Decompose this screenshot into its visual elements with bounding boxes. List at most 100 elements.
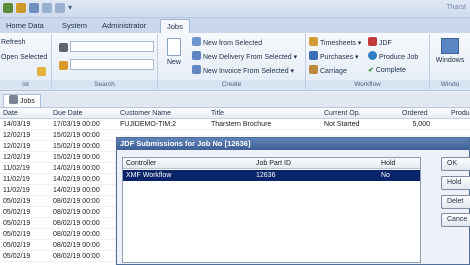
grid-header: Date Due Date Customer Name Title Curren… bbox=[0, 108, 470, 119]
row-date: 11/02/19 bbox=[3, 165, 30, 172]
carriage-icon bbox=[309, 65, 318, 74]
job-search-icon bbox=[59, 61, 68, 70]
quick-access-toolbar: ▾ Tharst bbox=[0, 0, 470, 18]
new-delivery-icon bbox=[192, 51, 201, 60]
new-from-selected-button[interactable]: New from Selected bbox=[192, 37, 262, 49]
row-due-date: 15/02/19 00:00 bbox=[53, 154, 100, 161]
col-due-date[interactable]: Due Date bbox=[53, 110, 83, 117]
ok-button[interactable]: OK bbox=[441, 157, 470, 171]
row-due-date: 08/02/19 00:00 bbox=[53, 231, 100, 238]
submission-row[interactable]: XMF Workflow 12636 No bbox=[123, 170, 420, 181]
complete-button[interactable]: ✔ Complete bbox=[368, 65, 406, 77]
produce-job-icon bbox=[368, 51, 377, 60]
undo-icon[interactable] bbox=[42, 3, 52, 13]
col-customer-name[interactable]: Customer Name bbox=[120, 110, 171, 117]
open-selected-button[interactable]: Open Selected bbox=[1, 52, 47, 64]
timesheets-button[interactable]: Timesheets ▾ bbox=[309, 37, 361, 49]
search-group: Search bbox=[52, 34, 158, 89]
windows-icon bbox=[441, 38, 459, 54]
row-date: 11/02/19 bbox=[3, 176, 30, 183]
submission-hold: No bbox=[381, 172, 390, 179]
submission-controller: XMF Workflow bbox=[126, 172, 172, 179]
timesheets-icon bbox=[309, 37, 318, 46]
delete-button[interactable]: Delet bbox=[441, 195, 470, 209]
refresh-label: Refresh bbox=[1, 39, 26, 46]
col-ordered[interactable]: Ordered bbox=[402, 110, 428, 117]
table-row[interactable]: 14/03/19 17/03/19 00:00 FUJIDEMO-TIM:2 Thar… bbox=[0, 119, 470, 130]
new-invoice-icon bbox=[192, 65, 201, 74]
new-invoice-button[interactable]: New Invoice From Selected ▾ bbox=[192, 65, 294, 77]
windows-group: Windows Windo bbox=[430, 34, 470, 89]
jdf-submissions-dialog: JDF Submissions for Job No [12636] Contr… bbox=[116, 137, 470, 265]
carriage-button[interactable]: Carriage bbox=[309, 65, 347, 77]
new-from-selected-label: New from Selected bbox=[203, 40, 263, 47]
row-due-date: 17/03/19 00:00 bbox=[53, 121, 100, 128]
col-current-op[interactable]: Current Op. bbox=[324, 110, 361, 117]
list-group: Refresh Open Selected ist bbox=[0, 34, 52, 89]
job-search-input[interactable] bbox=[70, 59, 154, 70]
row-ordered: 5,000 bbox=[412, 121, 430, 128]
row-date: 12/02/19 bbox=[3, 143, 31, 150]
ribbon-tabs: Home Data System Administrator Jobs bbox=[0, 18, 470, 33]
customize-toolbar-icon[interactable]: ▾ bbox=[68, 3, 78, 13]
row-due-date: 08/02/19 00:00 bbox=[53, 220, 100, 227]
jdf-icon bbox=[368, 37, 377, 46]
row-date: 05/02/19 bbox=[3, 242, 31, 249]
row-due-date: 14/02/19 00:00 bbox=[53, 187, 100, 194]
submission-job-part-id: 12636 bbox=[256, 172, 276, 179]
col-title[interactable]: Title bbox=[211, 110, 224, 117]
new-delivery-button[interactable]: New Delivery From Selected ▾ bbox=[192, 51, 297, 63]
customer-search-input[interactable] bbox=[70, 41, 154, 52]
complete-label: Complete bbox=[375, 67, 406, 74]
tab-data[interactable]: Data bbox=[22, 19, 50, 33]
tab-jobs[interactable]: Jobs bbox=[160, 19, 190, 33]
produce-job-button[interactable]: Produce Job bbox=[368, 51, 418, 63]
window-title: Tharst bbox=[446, 4, 466, 11]
complete-check-icon: ✔ bbox=[368, 67, 374, 74]
jobs-document-tab[interactable]: Jobs bbox=[3, 94, 41, 107]
create-group-label: Create bbox=[158, 80, 305, 89]
row-current-op: Not Started bbox=[324, 121, 360, 128]
new-label: New bbox=[166, 59, 181, 66]
cancel-button[interactable]: Cance bbox=[441, 213, 470, 227]
new-from-selected-icon bbox=[192, 37, 201, 46]
save-icon[interactable] bbox=[16, 3, 26, 13]
ribbon: Refresh Open Selected ist Search New New… bbox=[0, 33, 470, 91]
hold-button[interactable]: Hold bbox=[441, 176, 470, 190]
row-due-date: 08/02/19 00:00 bbox=[53, 209, 100, 216]
submissions-list: Controller Job Part ID Hold XMF Workflow… bbox=[122, 157, 421, 263]
row-date: 14/03/19 bbox=[3, 121, 31, 128]
col-hold[interactable]: Hold bbox=[381, 160, 395, 167]
col-controller[interactable]: Controller bbox=[126, 160, 156, 167]
jdf-button[interactable]: JDF bbox=[368, 37, 392, 49]
tab-system[interactable]: System bbox=[56, 19, 93, 33]
purchases-button[interactable]: Purchases ▾ bbox=[309, 51, 359, 63]
row-date: 05/02/19 bbox=[3, 231, 31, 238]
row-due-date: 14/02/19 00:00 bbox=[53, 176, 100, 183]
tab-administrator[interactable]: Administrator bbox=[96, 19, 152, 33]
jobs-tab-icon bbox=[9, 95, 18, 104]
list-group-label: ist bbox=[0, 80, 51, 89]
produce-job-label: Produce Job bbox=[379, 54, 419, 61]
col-produced[interactable]: Produ bbox=[451, 110, 470, 117]
redo-icon[interactable] bbox=[55, 3, 65, 13]
filter-icon[interactable] bbox=[37, 67, 46, 76]
new-document-icon bbox=[167, 38, 181, 56]
customer-search-icon bbox=[59, 43, 68, 52]
submissions-header: Controller Job Part ID Hold bbox=[123, 158, 420, 169]
row-due-date: 08/02/19 00:00 bbox=[53, 253, 100, 260]
col-date[interactable]: Date bbox=[3, 110, 18, 117]
refresh-button[interactable]: Refresh bbox=[1, 37, 26, 49]
row-date: 05/02/19 bbox=[3, 209, 31, 216]
print-icon[interactable] bbox=[29, 3, 39, 13]
carriage-label: Carriage bbox=[320, 68, 347, 75]
new-button[interactable]: New bbox=[163, 38, 185, 66]
document-tab-bar: Jobs bbox=[0, 92, 470, 108]
app-menu-icon[interactable] bbox=[3, 3, 13, 13]
windows-button[interactable]: Windows bbox=[430, 38, 470, 64]
create-group: New New from Selected New Delivery From … bbox=[158, 34, 306, 89]
row-title: Tharstern Brochure bbox=[211, 121, 272, 128]
col-job-part-id[interactable]: Job Part ID bbox=[256, 160, 291, 167]
row-date: 12/02/19 bbox=[3, 132, 31, 139]
row-date: 05/02/19 bbox=[3, 220, 31, 227]
